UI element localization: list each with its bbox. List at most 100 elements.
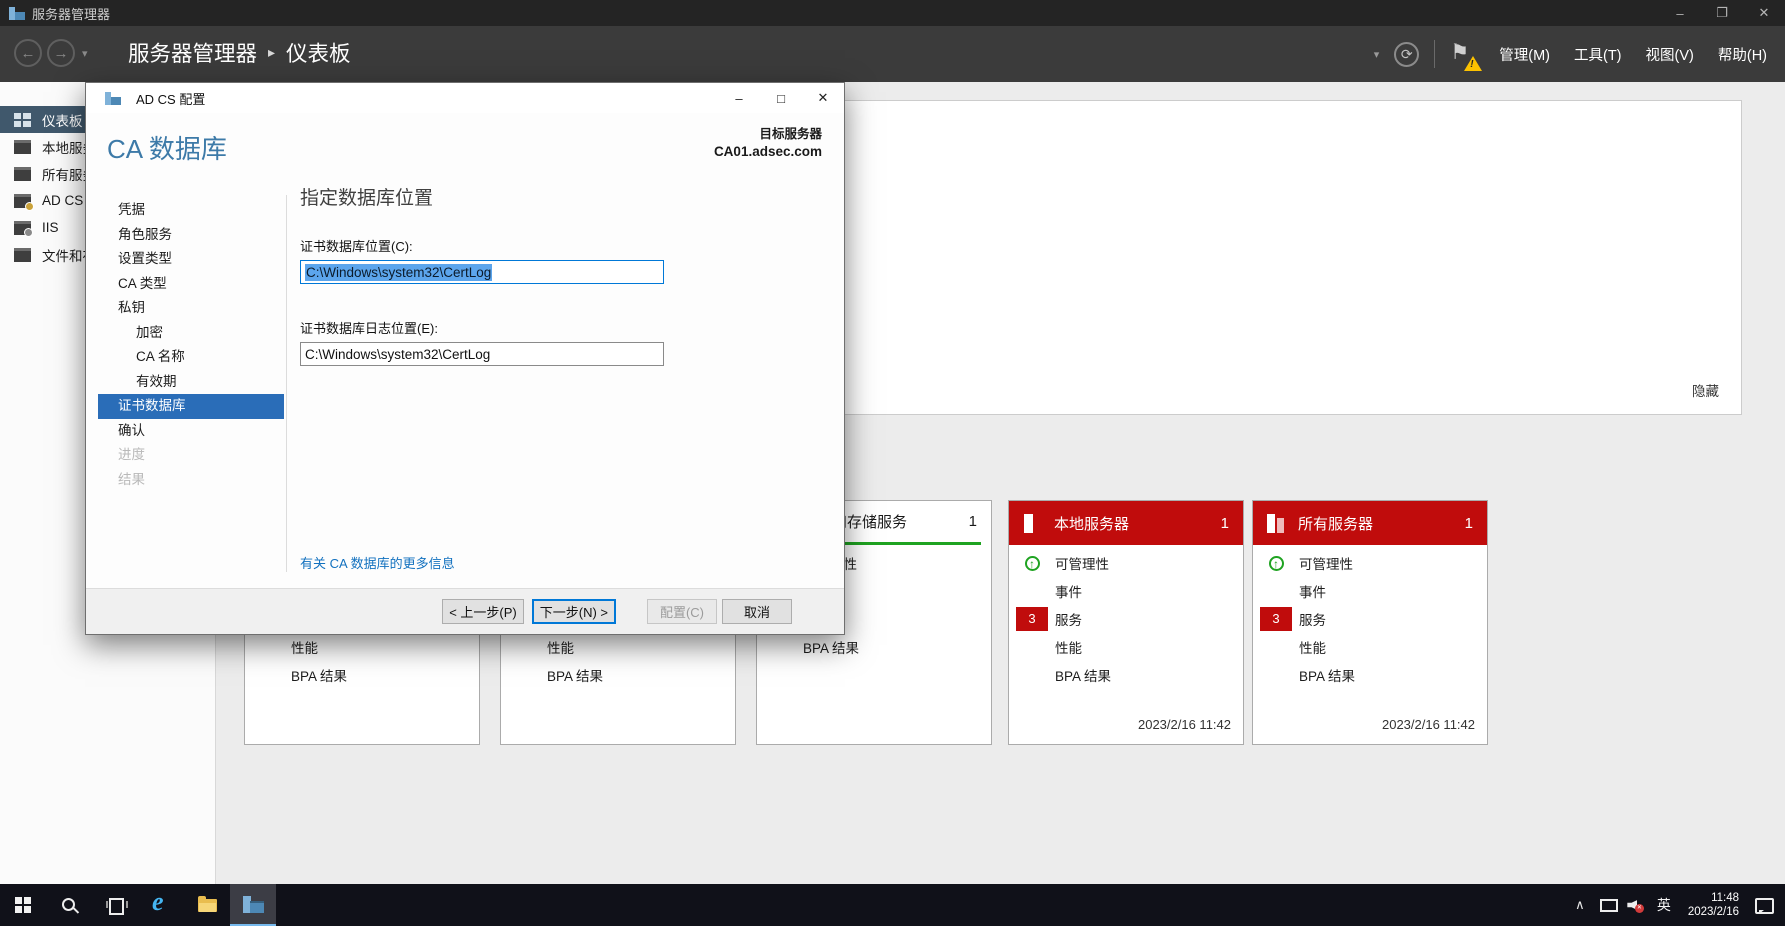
tile-row[interactable]: BPA 结果 — [245, 661, 479, 689]
tile-row[interactable]: 性能 — [245, 633, 479, 661]
windows-start-icon — [15, 897, 31, 913]
tile-timestamp: 2023/2/16 11:42 — [1382, 717, 1475, 732]
db-location-value: C:\Windows\system32\CertLog — [305, 264, 492, 281]
tray-chevron-icon[interactable]: ∧ — [1566, 884, 1594, 926]
wizard-step[interactable]: 凭据 — [98, 198, 284, 223]
tile-row[interactable]: 事件 — [1009, 577, 1243, 605]
dialog-minimize-icon[interactable]: – — [718, 83, 760, 113]
tile-count: 1 — [969, 513, 977, 530]
action-center-icon[interactable] — [1749, 884, 1777, 926]
dialog-maximize-icon[interactable]: □ — [760, 83, 802, 113]
clock[interactable]: 11:48 2023/2/16 — [1678, 891, 1749, 919]
local-server-tile-icon — [1023, 514, 1040, 533]
wizard-step[interactable]: 加密 — [98, 321, 284, 346]
menu-help[interactable]: 帮助(H) — [1718, 44, 1767, 65]
tile-row[interactable]: 3服务 — [1009, 605, 1243, 633]
tile-title[interactable]: 所有服务器 — [1298, 513, 1373, 534]
breadcrumb: 服务器管理器 ▸ 仪表板 — [128, 37, 351, 68]
tile-row-label: 事件 — [1055, 581, 1082, 601]
alert-count-badge: 3 — [1016, 607, 1048, 631]
db-location-label: 证书数据库位置(C): — [300, 236, 820, 255]
tile-row[interactable]: ↑可管理性 — [1253, 549, 1487, 577]
log-location-label: 证书数据库日志位置(E): — [300, 318, 820, 337]
wizard-step[interactable]: 角色服务 — [98, 223, 284, 248]
tile-rows: ↑可管理性事件3服务性能BPA 结果 — [1253, 545, 1487, 689]
tile-row[interactable]: 事件 — [1253, 577, 1487, 605]
forward-icon[interactable]: → — [47, 39, 75, 67]
tile-header[interactable]: 本地服务器1 — [1009, 501, 1243, 545]
server-manager-taskbar-button[interactable] — [230, 884, 276, 926]
cancel-button[interactable]: 取消 — [722, 599, 792, 624]
next-button[interactable]: 下一步(N) > — [532, 599, 616, 624]
dialog-close-icon[interactable]: ✕ — [802, 83, 844, 113]
menu-view[interactable]: 视图(V) — [1646, 44, 1694, 65]
file-explorer-button[interactable] — [184, 884, 230, 926]
log-location-value: C:\Windows\system32\CertLog — [305, 347, 490, 362]
all-servers-tile-icon — [1267, 514, 1284, 533]
breadcrumb-root[interactable]: 服务器管理器 — [128, 37, 257, 68]
tile-row[interactable]: BPA 结果 — [757, 633, 991, 661]
close-icon[interactable]: ✕ — [1743, 0, 1785, 26]
dialog-titlebar[interactable]: AD CS 配置 – □ ✕ — [86, 83, 844, 113]
task-view-icon — [106, 898, 124, 912]
section-heading: 指定数据库位置 — [300, 183, 820, 210]
refresh-icon[interactable]: ⟳ — [1394, 42, 1419, 67]
wizard-step[interactable]: 确认 — [98, 419, 284, 444]
hide-welcome-link[interactable]: 隐藏 — [1692, 380, 1719, 400]
tile-row[interactable]: 性能 — [501, 633, 735, 661]
target-server-block: 目标服务器 CA01.adsec.com — [714, 123, 822, 159]
internet-explorer-button[interactable] — [138, 884, 184, 926]
row-icon-slot: 3 — [1253, 607, 1299, 631]
tile-row[interactable]: BPA 结果 — [1009, 661, 1243, 689]
wizard-footer: < 上一步(P) 下一步(N) > 配置(C) 取消 — [86, 588, 844, 634]
history-caret-icon[interactable]: ▾ — [82, 47, 88, 60]
desktop: 服务器管理器 – ❐ ✕ ← → ▾ 服务器管理器 ▸ 仪表板 ▾ ⟳ ⚑ 管理… — [0, 0, 1785, 926]
all-servers-tile: 所有服务器1↑可管理性事件3服务性能BPA 结果2023/2/16 11:42 — [1252, 500, 1488, 745]
adcs-config-dialog: AD CS 配置 – □ ✕ CA 数据库 目标服务器 CA01.adsec.c… — [85, 82, 845, 635]
sidebar-item-label: AD CS — [42, 193, 83, 208]
tile-row[interactable]: 3服务 — [1253, 605, 1487, 633]
sidebar-item-label: IIS — [42, 220, 59, 235]
previous-button[interactable]: < 上一步(P) — [442, 599, 524, 624]
sidebar-item-label: 仪表板 — [42, 110, 83, 130]
warning-triangle-icon — [1464, 56, 1482, 71]
tile-row[interactable]: BPA 结果 — [1253, 661, 1487, 689]
restore-icon[interactable]: ❐ — [1701, 0, 1743, 26]
wizard-step[interactable]: 设置类型 — [98, 247, 284, 272]
db-location-input[interactable]: C:\Windows\system32\CertLog — [300, 260, 664, 284]
wizard-steps: 凭据角色服务设置类型CA 类型私钥加密CA 名称有效期证书数据库确认进度结果 — [98, 198, 284, 492]
tile-count: 1 — [1465, 515, 1473, 532]
nav-history: ← → ▾ — [14, 39, 88, 67]
nav-dropdown-caret-icon[interactable]: ▾ — [1374, 48, 1380, 61]
window-title: 服务器管理器 — [32, 4, 110, 23]
wizard-step[interactable]: 有效期 — [98, 370, 284, 395]
log-location-input[interactable]: C:\Windows\system32\CertLog — [300, 342, 664, 366]
more-info-link[interactable]: 有关 CA 数据库的更多信息 — [300, 553, 455, 572]
tile-row[interactable]: ↑可管理性 — [1009, 549, 1243, 577]
network-icon[interactable] — [1594, 884, 1622, 926]
tile-header[interactable]: 所有服务器 1 — [1253, 501, 1487, 545]
tile-title[interactable]: 本地服务器 — [1054, 513, 1129, 534]
task-view-button[interactable] — [92, 884, 138, 926]
wizard-step[interactable]: 证书数据库 — [98, 394, 284, 419]
menu-manage[interactable]: 管理(M) — [1499, 44, 1550, 65]
volume-muted-icon[interactable] — [1622, 884, 1650, 926]
tile-row-label: 服务 — [1299, 609, 1326, 629]
tile-row[interactable]: 性能 — [1009, 633, 1243, 661]
wizard-step[interactable]: 私钥 — [98, 296, 284, 321]
wizard-step[interactable]: CA 名称 — [98, 345, 284, 370]
tile-timestamp: 2023/2/16 11:42 — [1138, 717, 1231, 732]
server-manager-icon — [9, 7, 25, 20]
tile-row[interactable]: 性能 — [1253, 633, 1487, 661]
minimize-icon[interactable]: – — [1659, 0, 1701, 26]
menu-tools[interactable]: 工具(T) — [1574, 44, 1622, 65]
start-button[interactable] — [0, 884, 46, 926]
taskbar-apps — [0, 884, 276, 926]
ime-indicator[interactable]: 英 — [1650, 884, 1678, 926]
tile-row[interactable]: BPA 结果 — [501, 661, 735, 689]
notifications-flag-icon[interactable]: ⚑ — [1450, 39, 1476, 69]
taskbar-search-button[interactable] — [46, 884, 92, 926]
back-icon[interactable]: ← — [14, 39, 42, 67]
wizard-step[interactable]: CA 类型 — [98, 272, 284, 297]
wizard-step: 结果 — [98, 468, 284, 493]
